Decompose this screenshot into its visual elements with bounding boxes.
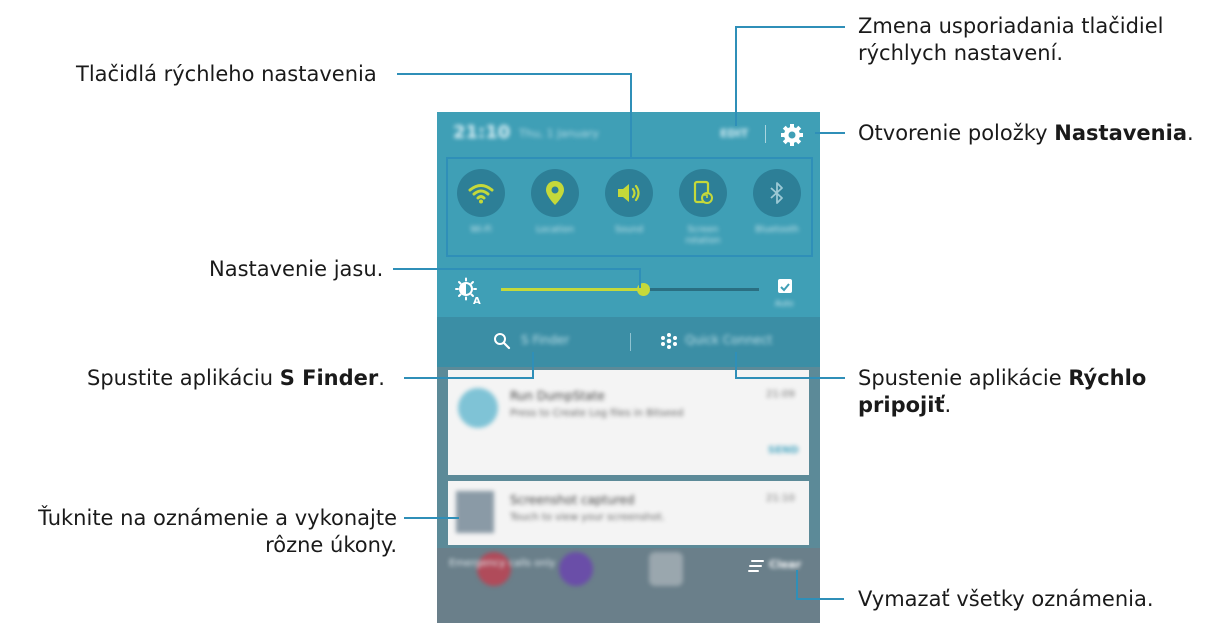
label-s-finder-bold: S Finder <box>279 366 379 390</box>
notification-title: Screenshot captured <box>510 493 635 507</box>
brightness-track[interactable] <box>501 283 759 296</box>
auto-brightness-checkbox[interactable] <box>778 279 792 293</box>
label-s-finder-prefix: Spustite aplikáciu <box>87 366 280 390</box>
app-icon <box>559 552 593 586</box>
callout-line-notification <box>404 517 459 519</box>
quick-connect-icon <box>660 332 678 350</box>
label-settings: Otvorenie položky Nastavenia. <box>858 120 1194 147</box>
svg-text:A: A <box>473 296 481 305</box>
label-rearrange-line2: rýchlych nastavení. <box>858 41 1064 65</box>
notification-title: Run DumpState <box>510 389 605 403</box>
label-quick-connect-bold2: pripojiť <box>858 393 945 417</box>
label-clear-all: Vymazať všetky oznámenia. <box>858 587 1154 611</box>
clear-all-icon <box>748 558 764 572</box>
callout-line-rearrange-vertical <box>735 26 737 126</box>
emergency-calls-text: Emergency calls only <box>449 558 556 569</box>
notification-time: 21:10 <box>766 493 795 504</box>
label-settings-prefix: Otvorenie položky <box>858 121 1055 145</box>
label-notification: Ťuknite na oznámenie a vykonajte rôzne ú… <box>9 505 397 559</box>
settings-gear-icon[interactable] <box>779 122 805 148</box>
label-quick-connect-suffix: . <box>944 393 952 417</box>
notification-card[interactable]: Screenshot captured Touch to view your s… <box>448 481 809 545</box>
status-bar: 21:10 Thu, 1 January EDIT <box>437 112 820 157</box>
notification-time: 21:09 <box>766 389 795 400</box>
label-quick-connect-bold1: Rýchlo <box>1068 366 1147 390</box>
label-rearrange: Zmena usporiadania tlačidiel rýchlych na… <box>858 13 1164 67</box>
label-settings-suffix: . <box>1187 121 1194 145</box>
home-screen-background: Emergency calls only Clear <box>437 548 820 623</box>
quick-connect-button[interactable]: Quick Connect <box>685 333 772 347</box>
callout-line-quick-connect <box>735 377 845 379</box>
app-icon <box>649 552 683 586</box>
search-icon <box>493 332 511 350</box>
notification-app-icon <box>458 388 498 428</box>
callout-line-brightness-vertical <box>639 268 641 288</box>
callout-line-quick-buttons <box>397 73 632 75</box>
callout-line-brightness <box>393 268 641 270</box>
brightness-bar: A Auto <box>437 265 820 317</box>
notification-text: Press to Create Log files in Bitseed <box>510 408 684 419</box>
callout-line-quick-connect-vertical <box>735 352 737 379</box>
callout-line-clear-all <box>798 598 844 600</box>
finder-bar: S Finder Quick Connect <box>437 317 820 367</box>
callout-line-quick-buttons-vertical <box>630 73 632 158</box>
screenshot-thumbnail <box>456 491 494 533</box>
auto-brightness-label: Auto <box>775 299 794 308</box>
callout-line-rearrange <box>735 26 845 28</box>
label-settings-bold: Nastavenia <box>1054 121 1187 145</box>
notification-send-button[interactable]: SEND <box>768 445 799 456</box>
clock: 21:10 <box>453 122 511 143</box>
status-divider <box>765 125 766 143</box>
label-notification-line1: Ťuknite na oznámenie a vykonajte <box>38 506 397 530</box>
callout-line-s-finder-vertical <box>532 352 534 379</box>
s-finder-button[interactable]: S Finder <box>521 333 569 347</box>
notification-text: Touch to view your screenshot. <box>510 512 665 523</box>
date: Thu, 1 January <box>519 127 599 140</box>
label-quick-buttons: Tlačidlá rýchleho nastavenia <box>76 62 377 86</box>
callout-line-clear-all-vertical <box>796 570 798 600</box>
edit-button[interactable]: EDIT <box>720 127 748 140</box>
label-rearrange-line1: Zmena usporiadania tlačidiel <box>858 14 1164 38</box>
label-brightness: Nastavenie jasu. <box>209 257 384 281</box>
callout-line-settings <box>815 132 845 134</box>
label-s-finder-suffix: . <box>378 366 385 390</box>
brightness-auto-icon: A <box>455 277 483 307</box>
brightness-fill <box>501 288 643 291</box>
quick-settings-highlight-box <box>446 157 813 257</box>
label-quick-connect-prefix: Spustenie aplikácie <box>858 366 1069 390</box>
finder-divider <box>630 333 631 351</box>
callout-line-s-finder <box>404 377 534 379</box>
label-s-finder: Spustite aplikáciu S Finder. <box>87 365 385 392</box>
notification-card[interactable]: Run DumpState Press to Create Log files … <box>448 370 809 475</box>
label-quick-connect: Spustenie aplikácie Rýchlo pripojiť. <box>858 365 1146 419</box>
label-notification-line2: rôzne úkony. <box>265 533 397 557</box>
